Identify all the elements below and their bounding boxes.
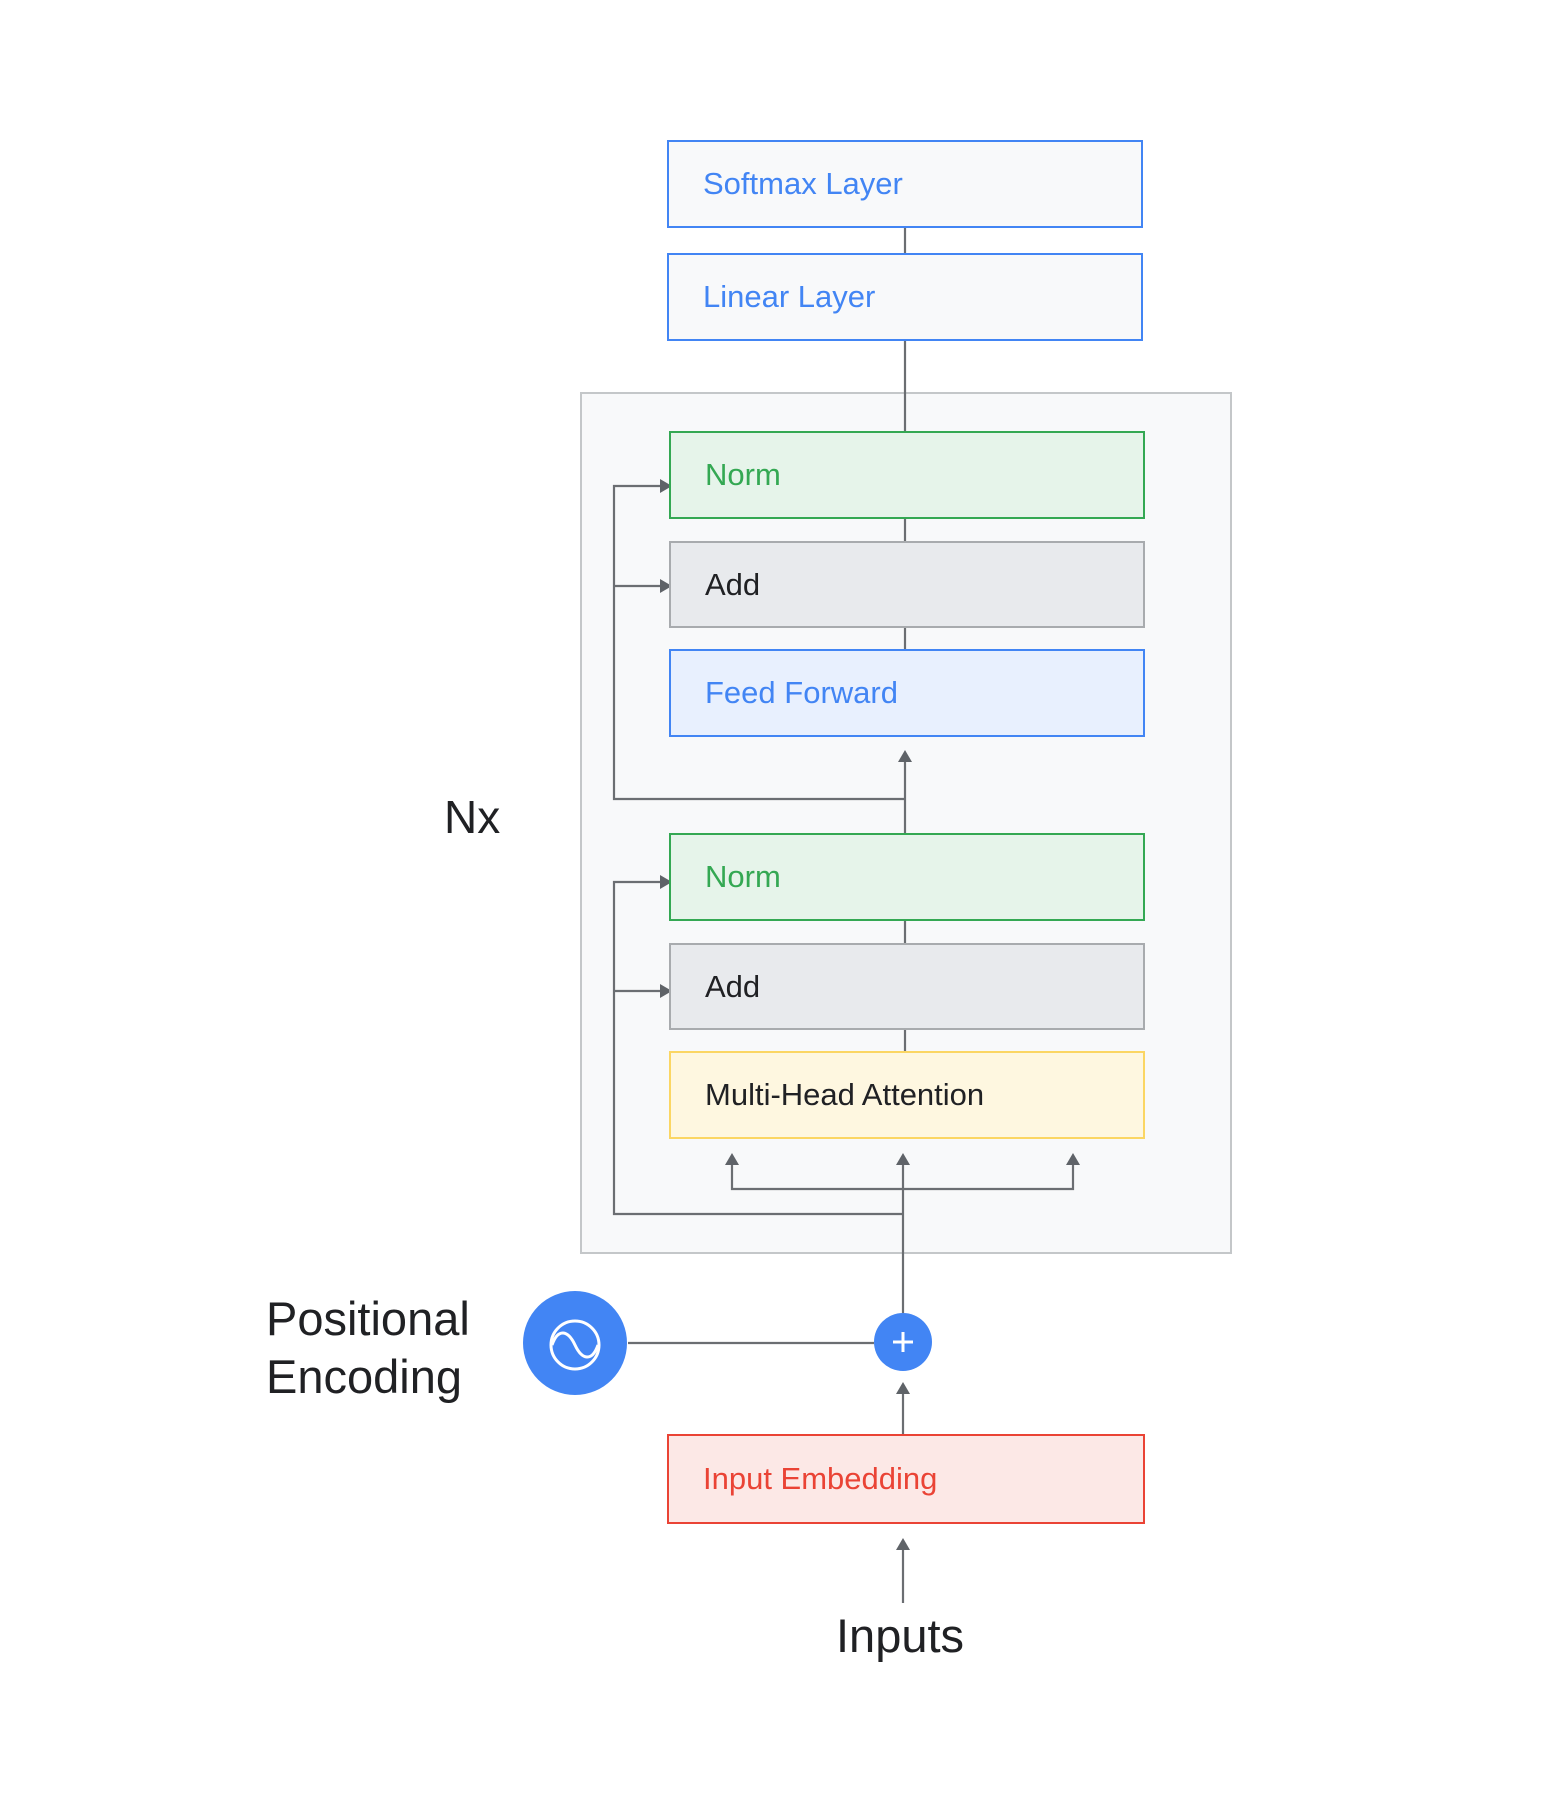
add-label-top: Add (705, 566, 761, 602)
arrowhead-embedding (896, 1538, 910, 1550)
add-operator-node (874, 1313, 932, 1371)
norm-label-top: Norm (705, 457, 781, 492)
norm-box-top: Norm (669, 431, 1145, 519)
positional-encoding-label-line: Encoding (266, 1350, 462, 1403)
residual-connection-top (612, 484, 905, 801)
inputs-label: Inputs (836, 1609, 965, 1662)
transformer-diagram: Softmax Layer Linear Layer Norm Add Feed… (0, 0, 1560, 1800)
positional-encoding-label-line: Positional (266, 1292, 470, 1345)
multi-head-attention-box: Multi-Head Attention (669, 1051, 1145, 1139)
arrowhead-plus (896, 1382, 910, 1394)
linear-layer-label: Linear Layer (703, 279, 876, 314)
linear-layer-box: Linear Layer (667, 253, 1143, 341)
arrowhead-mha-center (896, 1153, 910, 1165)
add-box-bottom: Add (669, 943, 1145, 1030)
multi-head-attention-label: Multi-Head Attention (705, 1077, 985, 1112)
softmax-layer-label: Softmax Layer (703, 166, 903, 201)
norm-box-bottom: Norm (669, 833, 1145, 921)
softmax-layer-box: Softmax Layer (667, 140, 1143, 228)
arrowhead-mha-left (725, 1153, 739, 1165)
feed-forward-box: Feed Forward (669, 649, 1145, 737)
positional-encoding-node (523, 1291, 627, 1395)
norm-label-bottom: Norm (705, 859, 781, 894)
input-embedding-box: Input Embedding (667, 1434, 1145, 1524)
positional-encoding-label: Positional Encoding (266, 1290, 470, 1406)
residual-connection-bottom (612, 880, 903, 1216)
arrowhead-ff (898, 750, 912, 762)
add-label-bottom: Add (705, 968, 761, 1004)
add-box-top: Add (669, 541, 1145, 628)
input-embedding-label: Input Embedding (703, 1461, 938, 1496)
repeat-count-label: Nx (444, 791, 501, 843)
feed-forward-label: Feed Forward (705, 675, 898, 710)
arrowhead-mha-right (1066, 1153, 1080, 1165)
